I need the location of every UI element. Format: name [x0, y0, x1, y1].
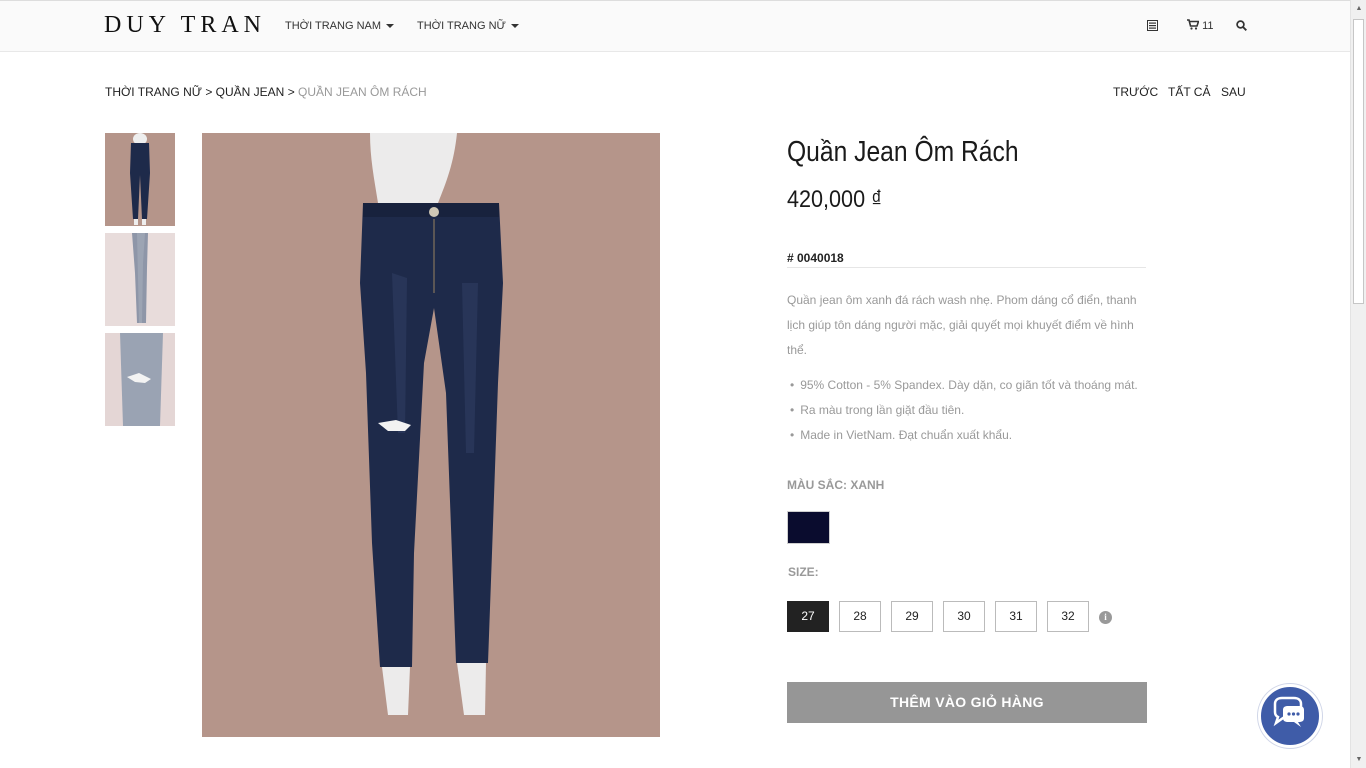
- logo[interactable]: DUY TRAN: [104, 12, 266, 39]
- size-option-27[interactable]: 27: [787, 601, 829, 632]
- feature-item: Ra màu trong lần giặt đầu tiên.: [790, 398, 1138, 423]
- cart-icon: [1187, 19, 1200, 30]
- caret-down-icon: [510, 24, 519, 29]
- size-option-31[interactable]: 31: [995, 601, 1037, 632]
- scroll-thumb[interactable]: [1353, 19, 1364, 304]
- search-icon[interactable]: [1236, 20, 1247, 34]
- feature-list: 95% Cotton - 5% Spandex. Dày dặn, co giã…: [790, 373, 1138, 448]
- cart-count: 11: [1202, 20, 1214, 32]
- chat-button[interactable]: [1258, 684, 1322, 748]
- breadcrumb-women[interactable]: THỜI TRANG NỮ: [105, 85, 202, 99]
- size-guide-info-icon[interactable]: i: [1099, 611, 1112, 624]
- product-price: 420,000 ₫: [787, 186, 883, 213]
- scroll-up-arrow-icon[interactable]: ▲: [1351, 0, 1366, 17]
- breadcrumb-current: QUẦN JEAN ÔM RÁCH: [298, 85, 427, 99]
- size-option-29[interactable]: 29: [891, 601, 933, 632]
- feature-text: 95% Cotton - 5% Spandex. Dày dặn, co giã…: [800, 378, 1138, 392]
- page: DUY TRAN THỜI TRANG NAM THỜI TRANG NỮ 11…: [0, 0, 1366, 768]
- thumbnail-detail[interactable]: [105, 333, 175, 426]
- page-scrollbar[interactable]: ▲ ▼: [1350, 0, 1366, 768]
- next-link[interactable]: SAU: [1221, 85, 1246, 99]
- product-main-image[interactable]: [202, 133, 660, 737]
- nav-men-label: THỜI TRANG NAM: [285, 20, 382, 32]
- product-description: Quần jean ôm xanh đá rách wash nhẹ. Phom…: [787, 293, 1137, 357]
- breadcrumb-separator: >: [284, 85, 299, 99]
- size-option-32[interactable]: 32: [1047, 601, 1089, 632]
- cart-button[interactable]: 11: [1187, 19, 1213, 32]
- color-swatch-navy[interactable]: [787, 511, 830, 544]
- scroll-down-arrow-icon[interactable]: ▼: [1351, 751, 1366, 768]
- product-title: Quần Jean Ôm Rách: [787, 136, 1019, 168]
- size-option-28[interactable]: 28: [839, 601, 881, 632]
- chat-bubble-icon: [1273, 696, 1304, 727]
- feature-item: 95% Cotton - 5% Spandex. Dày dặn, co giã…: [790, 373, 1138, 398]
- color-label: MÀU SẮC: XANH: [787, 478, 885, 492]
- product-sku: # 0040018: [787, 251, 844, 265]
- all-link[interactable]: TẤT CẢ: [1168, 85, 1210, 99]
- thumbnail-front[interactable]: [105, 133, 175, 226]
- breadcrumb: THỜI TRANG NỮ > QUẦN JEAN > QUẦN JEAN ÔM…: [105, 85, 427, 99]
- feature-item: Made in VietNam. Đạt chuẩn xuất khẩu.: [790, 423, 1138, 448]
- caret-down-icon: [386, 24, 395, 29]
- nav-men-fashion[interactable]: THỜI TRANG NAM: [285, 20, 395, 32]
- breadcrumb-jeans[interactable]: QUẦN JEAN: [216, 85, 285, 99]
- divider: [787, 267, 1146, 268]
- feature-text: Made in VietNam. Đạt chuẩn xuất khẩu.: [800, 428, 1013, 442]
- prev-link[interactable]: TRƯỚC: [1113, 85, 1158, 99]
- size-label: SIZE:: [788, 565, 819, 579]
- add-to-cart-button[interactable]: THÊM VÀO GIỎ HÀNG: [787, 682, 1147, 723]
- size-option-30[interactable]: 30: [943, 601, 985, 632]
- breadcrumb-separator: >: [201, 85, 216, 99]
- feature-text: Ra màu trong lần giặt đầu tiên.: [800, 403, 965, 417]
- nav-women-label: THỜI TRANG NỮ: [417, 20, 506, 32]
- nav-women-fashion[interactable]: THỜI TRANG NỮ: [417, 20, 519, 32]
- top-navbar: DUY TRAN THỜI TRANG NAM THỜI TRANG NỮ 11: [0, 0, 1350, 52]
- thumbnail-side[interactable]: [105, 233, 175, 326]
- list-icon[interactable]: [1147, 20, 1158, 34]
